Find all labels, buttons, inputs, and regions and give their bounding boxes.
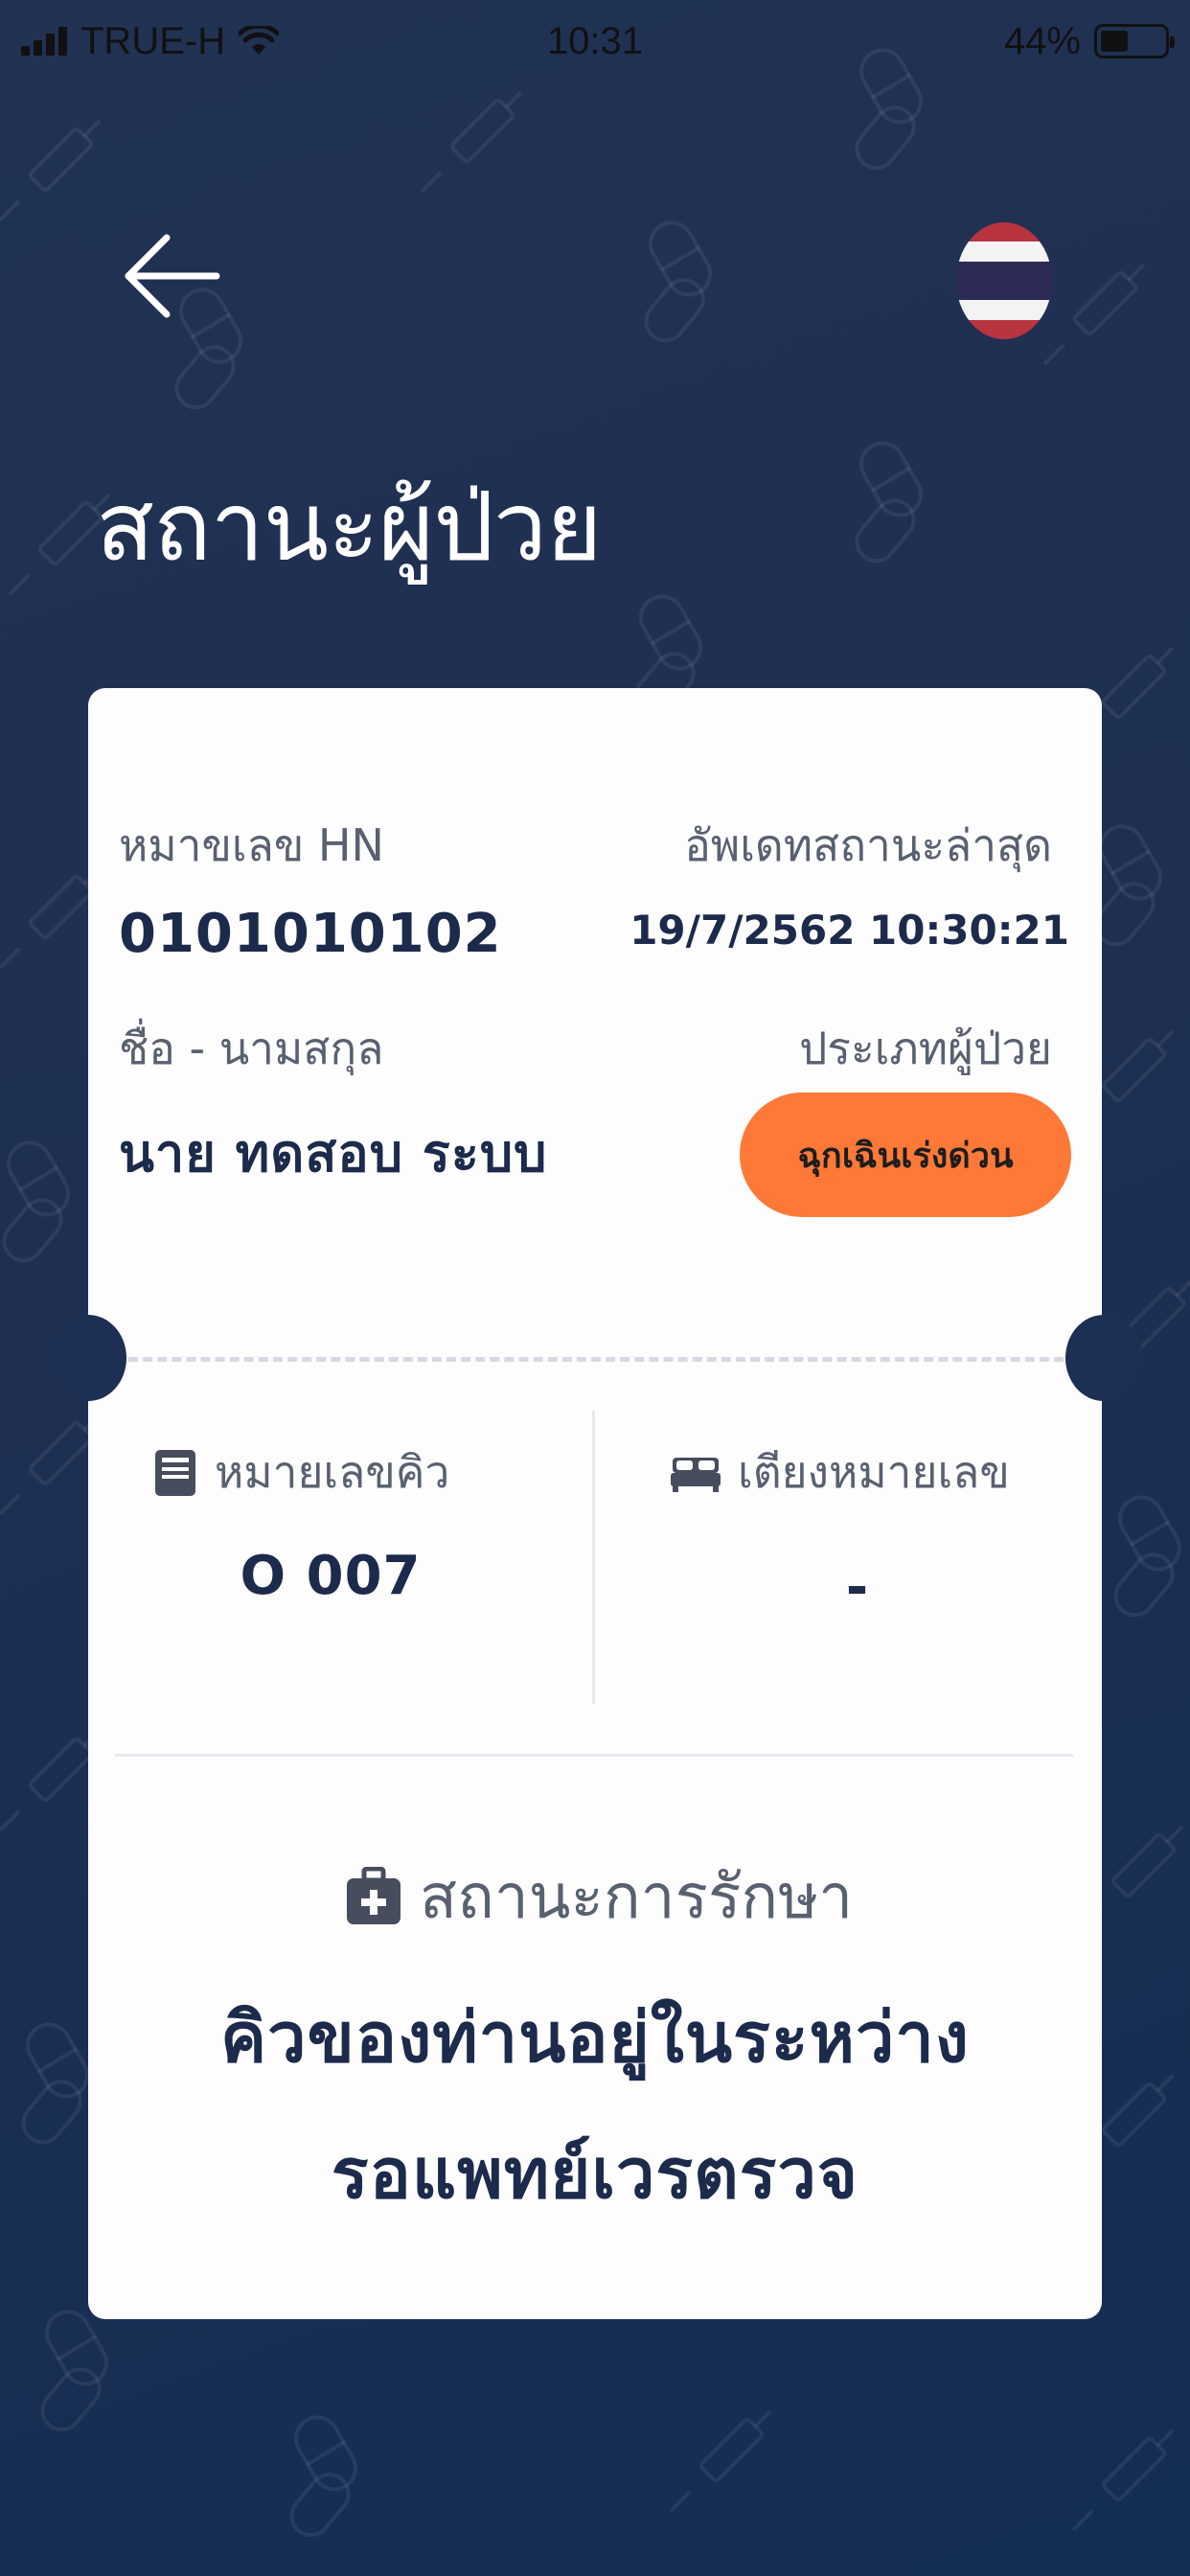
updated-label: อัพเดทสถานะล่าสุด bbox=[684, 819, 1052, 871]
patient-type-badge: ฉุกเฉินเร่งด่วน bbox=[740, 1092, 1071, 1217]
treatment-status-label: สถานะการรักษา bbox=[420, 1862, 854, 1933]
page-title: สถานะผู้ป่วย bbox=[96, 471, 603, 583]
name-label: ชื่อ - นามสกุล bbox=[119, 1023, 384, 1074]
ticket-notch-right bbox=[1065, 1315, 1142, 1401]
queue-number-label: หมายเลขคิว bbox=[215, 1446, 450, 1498]
patient-name: นาย ทดสอบ ระบบ bbox=[119, 1123, 548, 1184]
queue-bed-divider bbox=[592, 1411, 595, 1704]
battery-icon bbox=[1094, 24, 1175, 58]
treatment-status-line2: รอแพทย์เวรตรวจ bbox=[331, 2133, 859, 2214]
section-divider bbox=[115, 1754, 1073, 1757]
bed-number-header: เตียงหมายเลข bbox=[671, 1438, 1010, 1507]
arrow-left-icon bbox=[125, 234, 220, 318]
ticket-divider bbox=[128, 1357, 1064, 1362]
ticket-notch-left bbox=[50, 1315, 126, 1401]
battery-percent: 44% bbox=[1003, 19, 1081, 62]
hn-label: หมาขเลข HN bbox=[119, 819, 384, 871]
bed-number-label: เตียงหมายเลข bbox=[738, 1446, 1010, 1498]
back-button[interactable] bbox=[123, 232, 220, 320]
bed-icon bbox=[671, 1457, 721, 1492]
status-bar: TRUE-H 10:31 44% bbox=[0, 0, 1190, 82]
updated-value: 19/7/2562 10:30:21 bbox=[629, 907, 1069, 954]
clock: 10:31 bbox=[546, 19, 644, 62]
queue-number-value: O 007 bbox=[240, 1545, 422, 1607]
document-icon bbox=[155, 1449, 195, 1496]
treatment-status-line1: คิวของท่านอยู่ในระหว่าง bbox=[220, 1997, 970, 2078]
wifi-icon bbox=[239, 26, 280, 55]
treatment-status-header: สถานะการรักษา bbox=[345, 1848, 853, 1945]
carrier-name: TRUE-H bbox=[80, 19, 226, 62]
signal-icon bbox=[21, 27, 67, 56]
thai-flag-icon bbox=[956, 222, 1052, 242]
queue-number-header: หมายเลขคิว bbox=[153, 1438, 449, 1507]
patient-type-label: ประเภทผู้ป่วย bbox=[799, 1023, 1052, 1074]
language-button[interactable] bbox=[956, 222, 1052, 339]
medical-bag-icon bbox=[347, 1867, 400, 1924]
hn-value: 0101010102 bbox=[119, 903, 502, 965]
bed-number-value: - bbox=[845, 1556, 870, 1619]
